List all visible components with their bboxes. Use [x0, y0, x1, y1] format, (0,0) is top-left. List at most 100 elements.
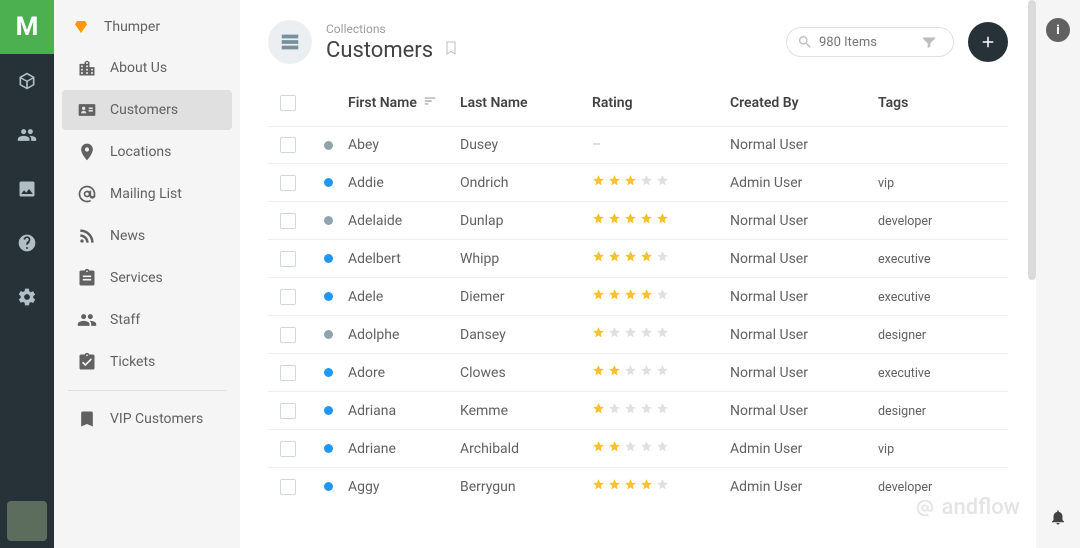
add-button[interactable] — [968, 22, 1008, 62]
status-dot — [324, 482, 333, 491]
row-checkbox[interactable] — [280, 137, 296, 153]
sidebar-item-locations[interactable]: Locations — [62, 132, 232, 172]
table-row[interactable]: AggyBerrygunAdmin Userdeveloper — [268, 467, 1008, 505]
star-icon — [656, 478, 669, 495]
sidebar-item-about-us[interactable]: About Us — [62, 48, 232, 88]
star-icon — [608, 288, 621, 305]
clipboard-icon — [76, 267, 98, 289]
cell-tag: executive — [878, 251, 996, 267]
star-icon — [608, 212, 621, 229]
table-row[interactable]: AdrianaKemmeNormal Userdesigner — [268, 391, 1008, 429]
col-last-name[interactable]: Last Name — [460, 95, 528, 111]
row-checkbox[interactable] — [280, 251, 296, 267]
cell-last-name: Whipp — [460, 251, 592, 267]
rating-stars — [592, 364, 730, 381]
col-created-by[interactable]: Created By — [730, 95, 799, 111]
search-box[interactable] — [786, 27, 954, 57]
row-checkbox[interactable] — [280, 403, 296, 419]
row-checkbox[interactable] — [280, 365, 296, 381]
cell-created-by: Normal User — [730, 327, 878, 343]
row-checkbox[interactable] — [280, 479, 296, 495]
table-row[interactable]: AbeyDusey–Normal User — [268, 126, 1008, 163]
star-icon — [640, 364, 653, 381]
cell-tag: developer — [878, 479, 996, 495]
row-checkbox[interactable] — [280, 327, 296, 343]
filter-icon[interactable] — [921, 34, 943, 50]
col-rating[interactable]: Rating — [592, 95, 633, 111]
bell-icon[interactable] — [1049, 508, 1067, 530]
row-checkbox[interactable] — [280, 175, 296, 191]
col-first-name[interactable]: First Name — [348, 95, 417, 111]
rss-icon — [76, 225, 98, 247]
star-icon — [608, 174, 621, 191]
rail-image-icon[interactable] — [0, 162, 54, 216]
status-dot — [324, 178, 333, 187]
row-checkbox[interactable] — [280, 213, 296, 229]
col-tags[interactable]: Tags — [878, 95, 908, 111]
star-icon — [656, 364, 669, 381]
user-avatar[interactable] — [0, 494, 54, 548]
star-icon — [656, 174, 669, 191]
workspace-header[interactable]: Thumper — [54, 8, 240, 46]
search-input[interactable] — [819, 35, 921, 50]
sidebar-item-label: Tickets — [110, 354, 155, 370]
star-icon — [592, 364, 605, 381]
table-row[interactable]: AddieOndrichAdmin Uservip — [268, 163, 1008, 201]
workspace-name: Thumper — [104, 19, 160, 35]
cell-created-by: Normal User — [730, 251, 878, 267]
row-checkbox[interactable] — [280, 289, 296, 305]
sidebar-item-customers[interactable]: Customers — [62, 90, 232, 130]
rail-settings-icon[interactable] — [0, 270, 54, 324]
table-row[interactable]: AdolpheDanseyNormal Userdesigner — [268, 315, 1008, 353]
rail-help-icon[interactable] — [0, 216, 54, 270]
cell-last-name: Diemer — [460, 289, 592, 305]
star-icon — [656, 250, 669, 267]
scrollbar[interactable] — [1028, 0, 1036, 280]
star-icon — [624, 250, 637, 267]
cell-created-by: Normal User — [730, 289, 878, 305]
pin-icon — [76, 141, 98, 163]
table-row[interactable]: AdoreClowesNormal Userexecutive — [268, 353, 1008, 391]
star-icon — [656, 212, 669, 229]
bookmark-icon[interactable] — [443, 40, 459, 60]
row-checkbox[interactable] — [280, 441, 296, 457]
diamond-icon — [72, 18, 90, 36]
star-icon — [640, 174, 653, 191]
sidebar-item-mailing-list[interactable]: Mailing List — [62, 174, 232, 214]
sidebar-item-tickets[interactable]: Tickets — [62, 342, 232, 382]
star-icon — [624, 440, 637, 457]
cell-created-by: Normal User — [730, 213, 878, 229]
star-icon — [640, 478, 653, 495]
star-icon — [592, 212, 605, 229]
cell-first-name: Adriana — [348, 403, 460, 419]
table-row[interactable]: AdelbertWhipp Normal Userexecutive — [268, 239, 1008, 277]
cell-first-name: Adriane — [348, 441, 460, 457]
brand-logo[interactable]: M — [0, 0, 54, 54]
cell-first-name: Adelbert — [348, 251, 460, 267]
rail-people-icon[interactable] — [0, 108, 54, 162]
star-icon — [592, 402, 605, 419]
status-dot — [324, 330, 333, 339]
sidebar-item-staff[interactable]: Staff — [62, 300, 232, 340]
sidebar-item-services[interactable]: Services — [62, 258, 232, 298]
sidebar-item-news[interactable]: News — [62, 216, 232, 256]
star-icon — [640, 326, 653, 343]
table-row[interactable]: AdrianeArchibaldAdmin Uservip — [268, 429, 1008, 467]
star-icon — [656, 402, 669, 419]
rating-empty: – — [592, 137, 601, 153]
star-icon — [640, 288, 653, 305]
star-icon — [592, 326, 605, 343]
info-button[interactable]: i — [1046, 18, 1070, 42]
table-row[interactable]: AdelaideDunlapNormal Userdeveloper — [268, 201, 1008, 239]
select-all-checkbox[interactable] — [280, 95, 296, 111]
app-root: M Thumper About UsCustomersLocationsMail… — [0, 0, 1080, 548]
star-icon — [624, 364, 637, 381]
star-icon — [656, 440, 669, 457]
status-dot — [324, 216, 333, 225]
sidebar-item-vip-customers[interactable]: VIP Customers — [62, 399, 232, 439]
rail-cube-icon[interactable] — [0, 54, 54, 108]
table-row[interactable]: AdeleDiemerNormal Userexecutive — [268, 277, 1008, 315]
sort-icon[interactable] — [423, 94, 437, 112]
star-icon — [640, 250, 653, 267]
city-icon — [76, 57, 98, 79]
